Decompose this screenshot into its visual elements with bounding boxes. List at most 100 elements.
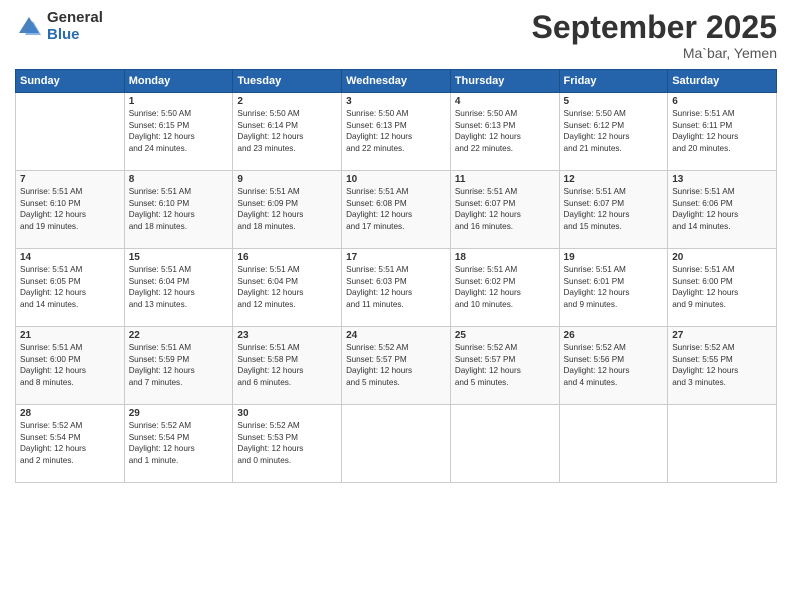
calendar-cell <box>16 93 125 171</box>
day-number: 22 <box>129 330 229 341</box>
day-header-wednesday: Wednesday <box>342 70 451 93</box>
day-number: 16 <box>237 252 337 263</box>
calendar-cell: 14Sunrise: 5:51 AM Sunset: 6:05 PM Dayli… <box>16 249 125 327</box>
calendar-cell: 5Sunrise: 5:50 AM Sunset: 6:12 PM Daylig… <box>559 93 668 171</box>
calendar-cell: 30Sunrise: 5:52 AM Sunset: 5:53 PM Dayli… <box>233 405 342 483</box>
logo-icon <box>15 13 43 41</box>
day-number: 27 <box>672 330 772 341</box>
month-title: September 2025 <box>532 10 777 45</box>
calendar-cell: 15Sunrise: 5:51 AM Sunset: 6:04 PM Dayli… <box>124 249 233 327</box>
day-info: Sunrise: 5:51 AM Sunset: 5:59 PM Dayligh… <box>129 342 229 388</box>
week-row-3: 14Sunrise: 5:51 AM Sunset: 6:05 PM Dayli… <box>16 249 777 327</box>
calendar-cell <box>668 405 777 483</box>
calendar-cell: 7Sunrise: 5:51 AM Sunset: 6:10 PM Daylig… <box>16 171 125 249</box>
day-info: Sunrise: 5:50 AM Sunset: 6:12 PM Dayligh… <box>564 108 664 154</box>
week-row-5: 28Sunrise: 5:52 AM Sunset: 5:54 PM Dayli… <box>16 405 777 483</box>
day-number: 23 <box>237 330 337 341</box>
day-number: 28 <box>20 408 120 419</box>
day-header-sunday: Sunday <box>16 70 125 93</box>
day-info: Sunrise: 5:52 AM Sunset: 5:54 PM Dayligh… <box>20 420 120 466</box>
day-info: Sunrise: 5:51 AM Sunset: 6:00 PM Dayligh… <box>20 342 120 388</box>
calendar-cell <box>342 405 451 483</box>
calendar-cell: 1Sunrise: 5:50 AM Sunset: 6:15 PM Daylig… <box>124 93 233 171</box>
day-info: Sunrise: 5:50 AM Sunset: 6:15 PM Dayligh… <box>129 108 229 154</box>
day-info: Sunrise: 5:51 AM Sunset: 6:07 PM Dayligh… <box>455 186 555 232</box>
day-number: 7 <box>20 174 120 185</box>
day-info: Sunrise: 5:52 AM Sunset: 5:56 PM Dayligh… <box>564 342 664 388</box>
calendar-cell: 8Sunrise: 5:51 AM Sunset: 6:10 PM Daylig… <box>124 171 233 249</box>
header-row: SundayMondayTuesdayWednesdayThursdayFrid… <box>16 70 777 93</box>
day-info: Sunrise: 5:51 AM Sunset: 6:03 PM Dayligh… <box>346 264 446 310</box>
day-info: Sunrise: 5:51 AM Sunset: 6:08 PM Dayligh… <box>346 186 446 232</box>
day-number: 29 <box>129 408 229 419</box>
calendar-cell: 10Sunrise: 5:51 AM Sunset: 6:08 PM Dayli… <box>342 171 451 249</box>
calendar-cell: 6Sunrise: 5:51 AM Sunset: 6:11 PM Daylig… <box>668 93 777 171</box>
calendar-cell: 17Sunrise: 5:51 AM Sunset: 6:03 PM Dayli… <box>342 249 451 327</box>
calendar-cell: 20Sunrise: 5:51 AM Sunset: 6:00 PM Dayli… <box>668 249 777 327</box>
day-number: 6 <box>672 96 772 107</box>
day-info: Sunrise: 5:50 AM Sunset: 6:14 PM Dayligh… <box>237 108 337 154</box>
day-number: 12 <box>564 174 664 185</box>
calendar-cell: 27Sunrise: 5:52 AM Sunset: 5:55 PM Dayli… <box>668 327 777 405</box>
calendar-table: SundayMondayTuesdayWednesdayThursdayFrid… <box>15 69 777 483</box>
day-number: 18 <box>455 252 555 263</box>
title-block: September 2025 Ma`bar, Yemen <box>532 10 777 61</box>
week-row-2: 7Sunrise: 5:51 AM Sunset: 6:10 PM Daylig… <box>16 171 777 249</box>
day-info: Sunrise: 5:51 AM Sunset: 6:05 PM Dayligh… <box>20 264 120 310</box>
day-number: 19 <box>564 252 664 263</box>
day-info: Sunrise: 5:51 AM Sunset: 6:10 PM Dayligh… <box>129 186 229 232</box>
day-number: 25 <box>455 330 555 341</box>
day-info: Sunrise: 5:51 AM Sunset: 6:11 PM Dayligh… <box>672 108 772 154</box>
day-number: 5 <box>564 96 664 107</box>
logo-text: General Blue <box>47 10 103 43</box>
calendar-cell: 28Sunrise: 5:52 AM Sunset: 5:54 PM Dayli… <box>16 405 125 483</box>
calendar-cell: 19Sunrise: 5:51 AM Sunset: 6:01 PM Dayli… <box>559 249 668 327</box>
day-info: Sunrise: 5:51 AM Sunset: 6:09 PM Dayligh… <box>237 186 337 232</box>
day-number: 13 <box>672 174 772 185</box>
day-number: 3 <box>346 96 446 107</box>
day-number: 4 <box>455 96 555 107</box>
day-header-friday: Friday <box>559 70 668 93</box>
day-number: 24 <box>346 330 446 341</box>
week-row-1: 1Sunrise: 5:50 AM Sunset: 6:15 PM Daylig… <box>16 93 777 171</box>
calendar-cell <box>450 405 559 483</box>
calendar-cell <box>559 405 668 483</box>
calendar-cell: 9Sunrise: 5:51 AM Sunset: 6:09 PM Daylig… <box>233 171 342 249</box>
day-number: 30 <box>237 408 337 419</box>
day-info: Sunrise: 5:51 AM Sunset: 6:00 PM Dayligh… <box>672 264 772 310</box>
calendar-cell: 11Sunrise: 5:51 AM Sunset: 6:07 PM Dayli… <box>450 171 559 249</box>
day-header-monday: Monday <box>124 70 233 93</box>
calendar-cell: 18Sunrise: 5:51 AM Sunset: 6:02 PM Dayli… <box>450 249 559 327</box>
day-number: 8 <box>129 174 229 185</box>
day-info: Sunrise: 5:51 AM Sunset: 6:04 PM Dayligh… <box>129 264 229 310</box>
day-number: 21 <box>20 330 120 341</box>
calendar-cell: 13Sunrise: 5:51 AM Sunset: 6:06 PM Dayli… <box>668 171 777 249</box>
day-number: 10 <box>346 174 446 185</box>
day-info: Sunrise: 5:51 AM Sunset: 5:58 PM Dayligh… <box>237 342 337 388</box>
day-info: Sunrise: 5:52 AM Sunset: 5:53 PM Dayligh… <box>237 420 337 466</box>
day-number: 20 <box>672 252 772 263</box>
location: Ma`bar, Yemen <box>532 45 777 61</box>
calendar-cell: 12Sunrise: 5:51 AM Sunset: 6:07 PM Dayli… <box>559 171 668 249</box>
calendar-cell: 22Sunrise: 5:51 AM Sunset: 5:59 PM Dayli… <box>124 327 233 405</box>
day-info: Sunrise: 5:52 AM Sunset: 5:54 PM Dayligh… <box>129 420 229 466</box>
day-info: Sunrise: 5:52 AM Sunset: 5:57 PM Dayligh… <box>455 342 555 388</box>
week-row-4: 21Sunrise: 5:51 AM Sunset: 6:00 PM Dayli… <box>16 327 777 405</box>
day-number: 11 <box>455 174 555 185</box>
day-header-tuesday: Tuesday <box>233 70 342 93</box>
logo-general-text: General <box>47 10 103 27</box>
calendar-cell: 25Sunrise: 5:52 AM Sunset: 5:57 PM Dayli… <box>450 327 559 405</box>
day-header-saturday: Saturday <box>668 70 777 93</box>
day-info: Sunrise: 5:52 AM Sunset: 5:57 PM Dayligh… <box>346 342 446 388</box>
day-info: Sunrise: 5:51 AM Sunset: 6:10 PM Dayligh… <box>20 186 120 232</box>
logo-blue-text: Blue <box>47 27 103 44</box>
day-info: Sunrise: 5:51 AM Sunset: 6:07 PM Dayligh… <box>564 186 664 232</box>
calendar-cell: 24Sunrise: 5:52 AM Sunset: 5:57 PM Dayli… <box>342 327 451 405</box>
day-number: 15 <box>129 252 229 263</box>
page: General Blue September 2025 Ma`bar, Yeme… <box>0 0 792 612</box>
day-info: Sunrise: 5:51 AM Sunset: 6:01 PM Dayligh… <box>564 264 664 310</box>
day-number: 1 <box>129 96 229 107</box>
calendar-cell: 3Sunrise: 5:50 AM Sunset: 6:13 PM Daylig… <box>342 93 451 171</box>
day-header-thursday: Thursday <box>450 70 559 93</box>
calendar-cell: 16Sunrise: 5:51 AM Sunset: 6:04 PM Dayli… <box>233 249 342 327</box>
